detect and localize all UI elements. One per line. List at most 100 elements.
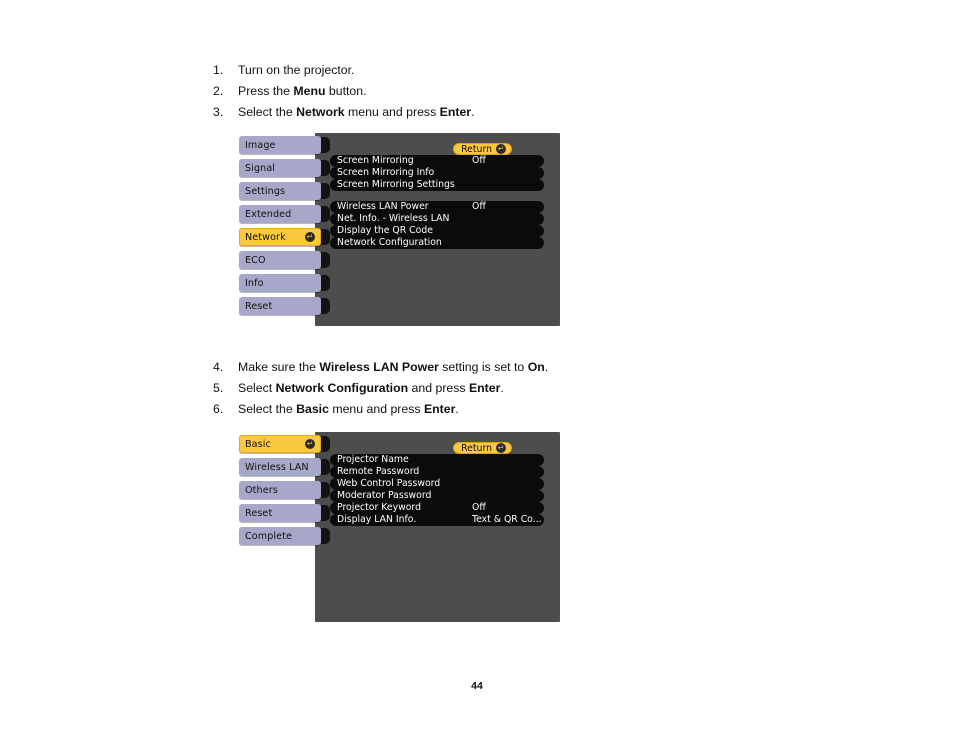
step-number: 2.	[213, 84, 224, 98]
step-fragment: .	[471, 105, 475, 119]
osd-tab-label: Basic	[245, 438, 271, 450]
osd-item-label: Remote Password	[337, 466, 420, 478]
step-fragment: Select	[238, 381, 276, 395]
osd-tab-notch	[321, 252, 330, 268]
step-fragment: .	[500, 381, 504, 395]
osd-tab-notch	[321, 160, 330, 176]
osd-menu-item-screen-mirroring[interactable]: Screen Mirroring Off	[330, 155, 544, 167]
step-emphasis: On	[527, 360, 545, 374]
osd-menu-item-web-control-password[interactable]: Web Control Password	[330, 478, 544, 490]
osd-tab-wireless-lan[interactable]: Wireless LAN	[239, 458, 321, 476]
osd-tab-network[interactable]: Network ↵	[239, 228, 321, 246]
step-fragment: .	[544, 360, 549, 374]
osd-menu-item-screen-mirroring-info[interactable]: Screen Mirroring Info	[330, 167, 544, 179]
osd-tab-reset[interactable]: Reset	[239, 297, 321, 315]
osd-tab-notch	[321, 183, 330, 199]
osd-menu-item-remote-password[interactable]: Remote Password	[330, 466, 544, 478]
osd-group-separator	[330, 191, 544, 201]
step-text: Turn on the projector.	[238, 60, 354, 81]
osd-tab-label: Reset	[245, 507, 273, 519]
osd-item-label: Screen Mirroring	[337, 155, 414, 167]
osd-tab-notch	[321, 459, 330, 475]
step-number: 6.	[213, 402, 224, 416]
step-emphasis: Enter	[423, 402, 456, 416]
osd-item-label: Display LAN Info.	[337, 514, 417, 526]
osd-tab-notch	[321, 275, 330, 291]
osd-menu-item-moderator-password[interactable]: Moderator Password	[330, 490, 544, 502]
osd-tab-label: Info	[245, 277, 264, 289]
osd-tab-label: Complete	[245, 530, 293, 542]
osd-tab-notch	[321, 505, 330, 521]
osd-tab-signal[interactable]: Signal	[239, 159, 321, 177]
step-fragment: Select the	[238, 402, 297, 416]
step-fragment: button.	[325, 84, 367, 98]
osd-tab-reset[interactable]: Reset	[239, 504, 321, 522]
instruction-list-middle: 4. Make sure the Wireless LAN Power setti…	[213, 357, 548, 420]
step-emphasis: Wireless LAN Power	[319, 360, 439, 374]
step-fragment: setting is set to	[438, 360, 528, 374]
enter-icon: ↵	[496, 144, 506, 154]
osd-tab-label: Wireless LAN	[245, 461, 309, 473]
osd-tab-label: Network	[245, 231, 286, 243]
osd-menu-item-wireless-lan-power[interactable]: Wireless LAN Power Off	[330, 201, 544, 213]
step-emphasis: Enter	[439, 105, 472, 119]
step-text: Select the Network menu and press Enter.	[238, 102, 475, 123]
osd-tab-eco[interactable]: ECO	[239, 251, 321, 269]
osd-menu-item-display-the-qr-code[interactable]: Display the QR Code	[330, 225, 544, 237]
osd-tab-basic[interactable]: Basic ↵	[239, 435, 321, 453]
osd-item-label: Screen Mirroring Settings	[337, 179, 455, 191]
osd-sidebar-basic: Basic ↵ Wireless LAN Others Reset Complete	[239, 435, 321, 550]
step-fragment: .	[455, 402, 459, 416]
osd-item-label: Projector Name	[337, 454, 409, 466]
osd-tab-label: Others	[245, 484, 278, 496]
osd-menu-item-net-info-wireless-lan[interactable]: Net. Info. - Wireless LAN	[330, 213, 544, 225]
osd-item-value: Off	[472, 502, 486, 514]
osd-item-value: Off	[472, 201, 486, 213]
osd-tab-label: ECO	[245, 254, 266, 266]
osd-item-label: Moderator Password	[337, 490, 432, 502]
instruction-step: 1. Turn on the projector.	[213, 60, 475, 81]
osd-tab-notch	[321, 528, 330, 544]
osd-tab-label: Reset	[245, 300, 273, 312]
osd-tab-label: Settings	[245, 185, 286, 197]
step-fragment: and press	[408, 381, 469, 395]
osd-menu-item-projector-keyword[interactable]: Projector Keyword Off	[330, 502, 544, 514]
osd-tab-notch	[321, 482, 330, 498]
osd-item-label: Projector Keyword	[337, 502, 421, 514]
step-fragment: Select the	[238, 105, 297, 119]
instruction-step: 6. Select the Basic menu and press Enter.	[213, 399, 548, 420]
step-emphasis: Network Configuration	[275, 381, 409, 395]
osd-menu-item-projector-name[interactable]: Projector Name	[330, 454, 544, 466]
step-text: Make sure the Wireless LAN Power setting…	[238, 357, 548, 378]
osd-rows-basic: Return ↵ Projector Name Remote Password Web …	[330, 442, 544, 526]
enter-icon: ↵	[305, 439, 315, 449]
osd-item-label: Web Control Password	[337, 478, 441, 490]
instruction-list-top: 1. Turn on the projector. 2. Press the Menu…	[213, 60, 475, 123]
osd-item-label: Screen Mirroring Info	[337, 167, 435, 179]
return-button[interactable]: Return ↵	[453, 143, 512, 155]
osd-tab-notch	[321, 436, 330, 452]
osd-tab-settings[interactable]: Settings	[239, 182, 321, 200]
osd-tab-info[interactable]: Info	[239, 274, 321, 292]
osd-menu-item-display-lan-info[interactable]: Display LAN Info. Text & QR Co...	[330, 514, 544, 526]
osd-item-label: Net. Info. - Wireless LAN	[337, 213, 450, 225]
step-number: 1.	[213, 63, 224, 77]
osd-tab-notch	[321, 298, 330, 314]
osd-item-label: Display the QR Code	[337, 225, 433, 237]
step-fragment: menu and press	[328, 402, 424, 416]
osd-tab-complete[interactable]: Complete	[239, 527, 321, 545]
enter-icon: ↵	[305, 232, 315, 242]
step-text: Select the Basic menu and press Enter.	[238, 399, 459, 420]
osd-menu-item-screen-mirroring-settings[interactable]: Screen Mirroring Settings	[330, 179, 544, 191]
osd-tab-others[interactable]: Others	[239, 481, 321, 499]
instruction-step: 5. Select Network Configuration and press…	[213, 378, 548, 399]
osd-tab-notch	[321, 206, 330, 222]
osd-tab-extended[interactable]: Extended	[239, 205, 321, 223]
return-button[interactable]: Return ↵	[453, 442, 512, 454]
osd-sidebar-network: Image Signal Settings Extended Network ↵ ECO In…	[239, 136, 321, 320]
osd-tab-image[interactable]: Image	[239, 136, 321, 154]
osd-menu-item-network-configuration[interactable]: Network Configuration	[330, 237, 544, 249]
instruction-step: 2. Press the Menu button.	[213, 81, 475, 102]
step-fragment: Turn on the projector.	[238, 63, 355, 77]
osd-tab-notch	[321, 137, 330, 153]
